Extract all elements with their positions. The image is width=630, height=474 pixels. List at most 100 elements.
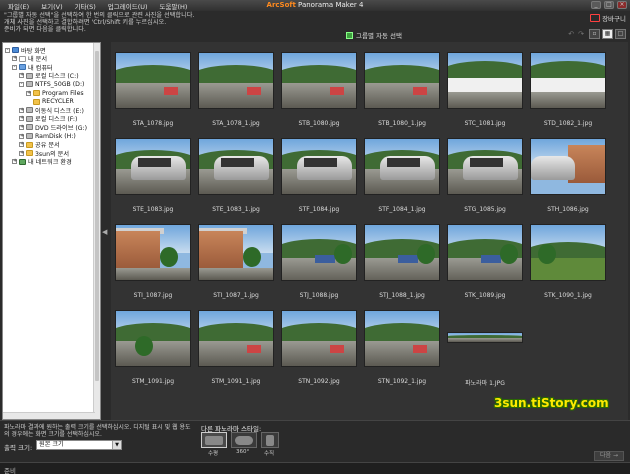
photo-thumbnail[interactable]: 파노라마 1.JPG (447, 310, 527, 387)
collapse-icon[interactable]: - (5, 47, 10, 53)
tree-item[interactable]: + 이동식 디스크 (E:) (19, 106, 84, 115)
menu-item[interactable]: 도움말(H) (160, 1, 188, 11)
photo-image[interactable] (198, 138, 274, 195)
photo-image[interactable] (364, 138, 440, 195)
expand-icon[interactable]: + (19, 124, 24, 130)
expand-icon[interactable]: + (19, 133, 24, 139)
tree-item[interactable]: + 공유 문서 (19, 141, 60, 149)
photo-image[interactable] (530, 138, 606, 195)
photo-thumbnail[interactable]: STH_1086.jpg (530, 138, 610, 213)
style-360-button[interactable] (231, 432, 257, 448)
tree-item[interactable]: + 내 네트워크 환경 (12, 158, 72, 166)
checkbox-icon[interactable] (346, 31, 353, 39)
photo-thumbnail[interactable]: STE_1083.jpg (115, 138, 195, 213)
photo-thumbnail[interactable]: STK_1090_1.jpg (530, 224, 610, 299)
cart-button[interactable]: 장바구니 (590, 13, 626, 23)
tree-item[interactable]: + 로컬 디스크 (C:) (19, 72, 79, 80)
photo-thumbnail[interactable]: STD_1082_1.jpg (530, 52, 610, 127)
photo-image[interactable] (281, 310, 357, 367)
expand-icon[interactable]: + (19, 107, 24, 113)
minimize-icon[interactable]: _ (591, 1, 601, 9)
next-button[interactable]: 다음 → (594, 451, 624, 461)
photo-thumbnail[interactable]: STI_1087_1.jpg (198, 224, 278, 299)
expand-icon[interactable]: + (12, 56, 17, 62)
photo-thumbnail[interactable]: STF_1084_1.jpg (364, 138, 444, 213)
style-vertical-button[interactable] (261, 432, 279, 448)
panel-splitter[interactable]: ◀ (101, 42, 111, 420)
photo-image[interactable] (447, 138, 523, 195)
expand-icon[interactable]: + (19, 116, 24, 122)
tree-horizontal-scrollbar[interactable] (3, 412, 95, 419)
photo-image[interactable] (198, 224, 274, 281)
collapse-icon[interactable]: - (19, 81, 24, 87)
photo-thumbnail[interactable]: STN_1092_1.jpg (364, 310, 444, 385)
maximize-icon[interactable]: □ (604, 1, 614, 9)
photo-image[interactable] (115, 310, 191, 367)
photo-image[interactable] (364, 52, 440, 109)
photo-thumbnail[interactable]: STN_1092.jpg (281, 310, 361, 385)
style-horizontal-button[interactable] (201, 432, 227, 448)
collapse-icon[interactable]: - (12, 64, 17, 70)
tree-item[interactable]: - NTFS_50GB (D:) (19, 80, 84, 88)
photo-thumbnail[interactable]: STA_1078.jpg (115, 52, 195, 127)
expand-icon[interactable]: + (12, 159, 17, 165)
output-size-select[interactable]: 원본 크기 ▼ (36, 440, 122, 450)
folder-tree[interactable]: - 바탕 화면 + 내 문서 - 내 컴퓨터 + 로컬 디스크 (C:) - NTFS_50GB … (2, 42, 101, 420)
tree-item[interactable]: - 바탕 화면 (5, 46, 46, 55)
photo-image[interactable] (447, 52, 523, 109)
photo-image[interactable] (281, 224, 357, 281)
scroll-thumb[interactable] (95, 51, 99, 381)
menu-item[interactable]: 업그레이드(U) (108, 1, 148, 11)
photo-image[interactable] (530, 52, 606, 109)
tree-item[interactable]: + DVD 드라이브 (G:) (19, 123, 87, 132)
tree-item[interactable]: -내 컴퓨터 (12, 63, 53, 72)
photo-thumbnail[interactable]: STG_1085.jpg (447, 138, 527, 213)
photo-image[interactable] (198, 52, 274, 109)
chevron-down-icon[interactable]: ▼ (112, 441, 121, 449)
photo-image[interactable] (530, 224, 606, 281)
photo-thumbnail[interactable]: STI_1087.jpg (115, 224, 195, 299)
medium-thumb-view-icon[interactable]: ▦ (602, 29, 613, 39)
photo-thumbnail[interactable]: STM_1091.jpg (115, 310, 195, 385)
photo-image[interactable] (115, 52, 191, 109)
photo-thumbnail[interactable]: STF_1084.jpg (281, 138, 361, 213)
expand-icon[interactable]: + (19, 150, 24, 156)
tree-item[interactable]: + 로컬 디스크 (F:) (19, 115, 77, 123)
photo-image[interactable] (115, 138, 191, 195)
tree-item[interactable]: + RamDisk (H:) (19, 132, 76, 140)
menu-item[interactable]: 기타(S) (75, 1, 96, 11)
expand-icon[interactable]: + (19, 142, 24, 148)
photo-image[interactable] (447, 332, 523, 343)
photo-thumbnail[interactable]: STJ_1088_1.jpg (364, 224, 444, 299)
expand-icon[interactable]: + (26, 90, 31, 96)
photo-image[interactable] (364, 310, 440, 367)
photo-image[interactable] (115, 224, 191, 281)
large-thumb-view-icon[interactable]: □ (615, 29, 626, 39)
rotate-left-icon[interactable]: ↶ (568, 30, 574, 38)
auto-select-toggle[interactable]: 그룹별 자동 선택 (346, 30, 402, 40)
photo-image[interactable] (447, 224, 523, 281)
photo-thumbnail[interactable]: STJ_1088.jpg (281, 224, 361, 299)
rotate-right-icon[interactable]: ↷ (578, 30, 584, 38)
small-thumb-view-icon[interactable]: ▫ (589, 29, 600, 39)
photo-thumbnail[interactable]: STM_1091_1.jpg (198, 310, 278, 385)
photo-image[interactable] (281, 52, 357, 109)
photo-image[interactable] (198, 310, 274, 367)
photo-thumbnail[interactable]: STA_1078_1.jpg (198, 52, 278, 127)
menu-item[interactable]: 파일(E) (8, 1, 29, 11)
tree-item[interactable]: +3sun의 문서 (19, 149, 69, 158)
photo-thumbnail[interactable]: STC_1081.jpg (447, 52, 527, 127)
tree-item[interactable]: + 내 문서 (12, 55, 47, 63)
close-icon[interactable]: × (617, 1, 627, 9)
photo-thumbnail[interactable]: STE_1083_1.jpg (198, 138, 278, 213)
photo-image[interactable] (364, 224, 440, 281)
tree-item[interactable]: RECYCLER (26, 98, 74, 106)
photo-thumbnail[interactable]: STB_1080_1.jpg (364, 52, 444, 127)
photo-thumbnail[interactable]: STK_1089.jpg (447, 224, 527, 299)
tree-item[interactable]: + Program Files (26, 89, 84, 97)
collapse-arrow-icon[interactable]: ◀ (102, 228, 107, 236)
photo-thumbnail[interactable]: STB_1080.jpg (281, 52, 361, 127)
menu-item[interactable]: 보기(V) (41, 1, 62, 11)
photo-image[interactable] (281, 138, 357, 195)
tree-vertical-scrollbar[interactable] (93, 43, 100, 419)
